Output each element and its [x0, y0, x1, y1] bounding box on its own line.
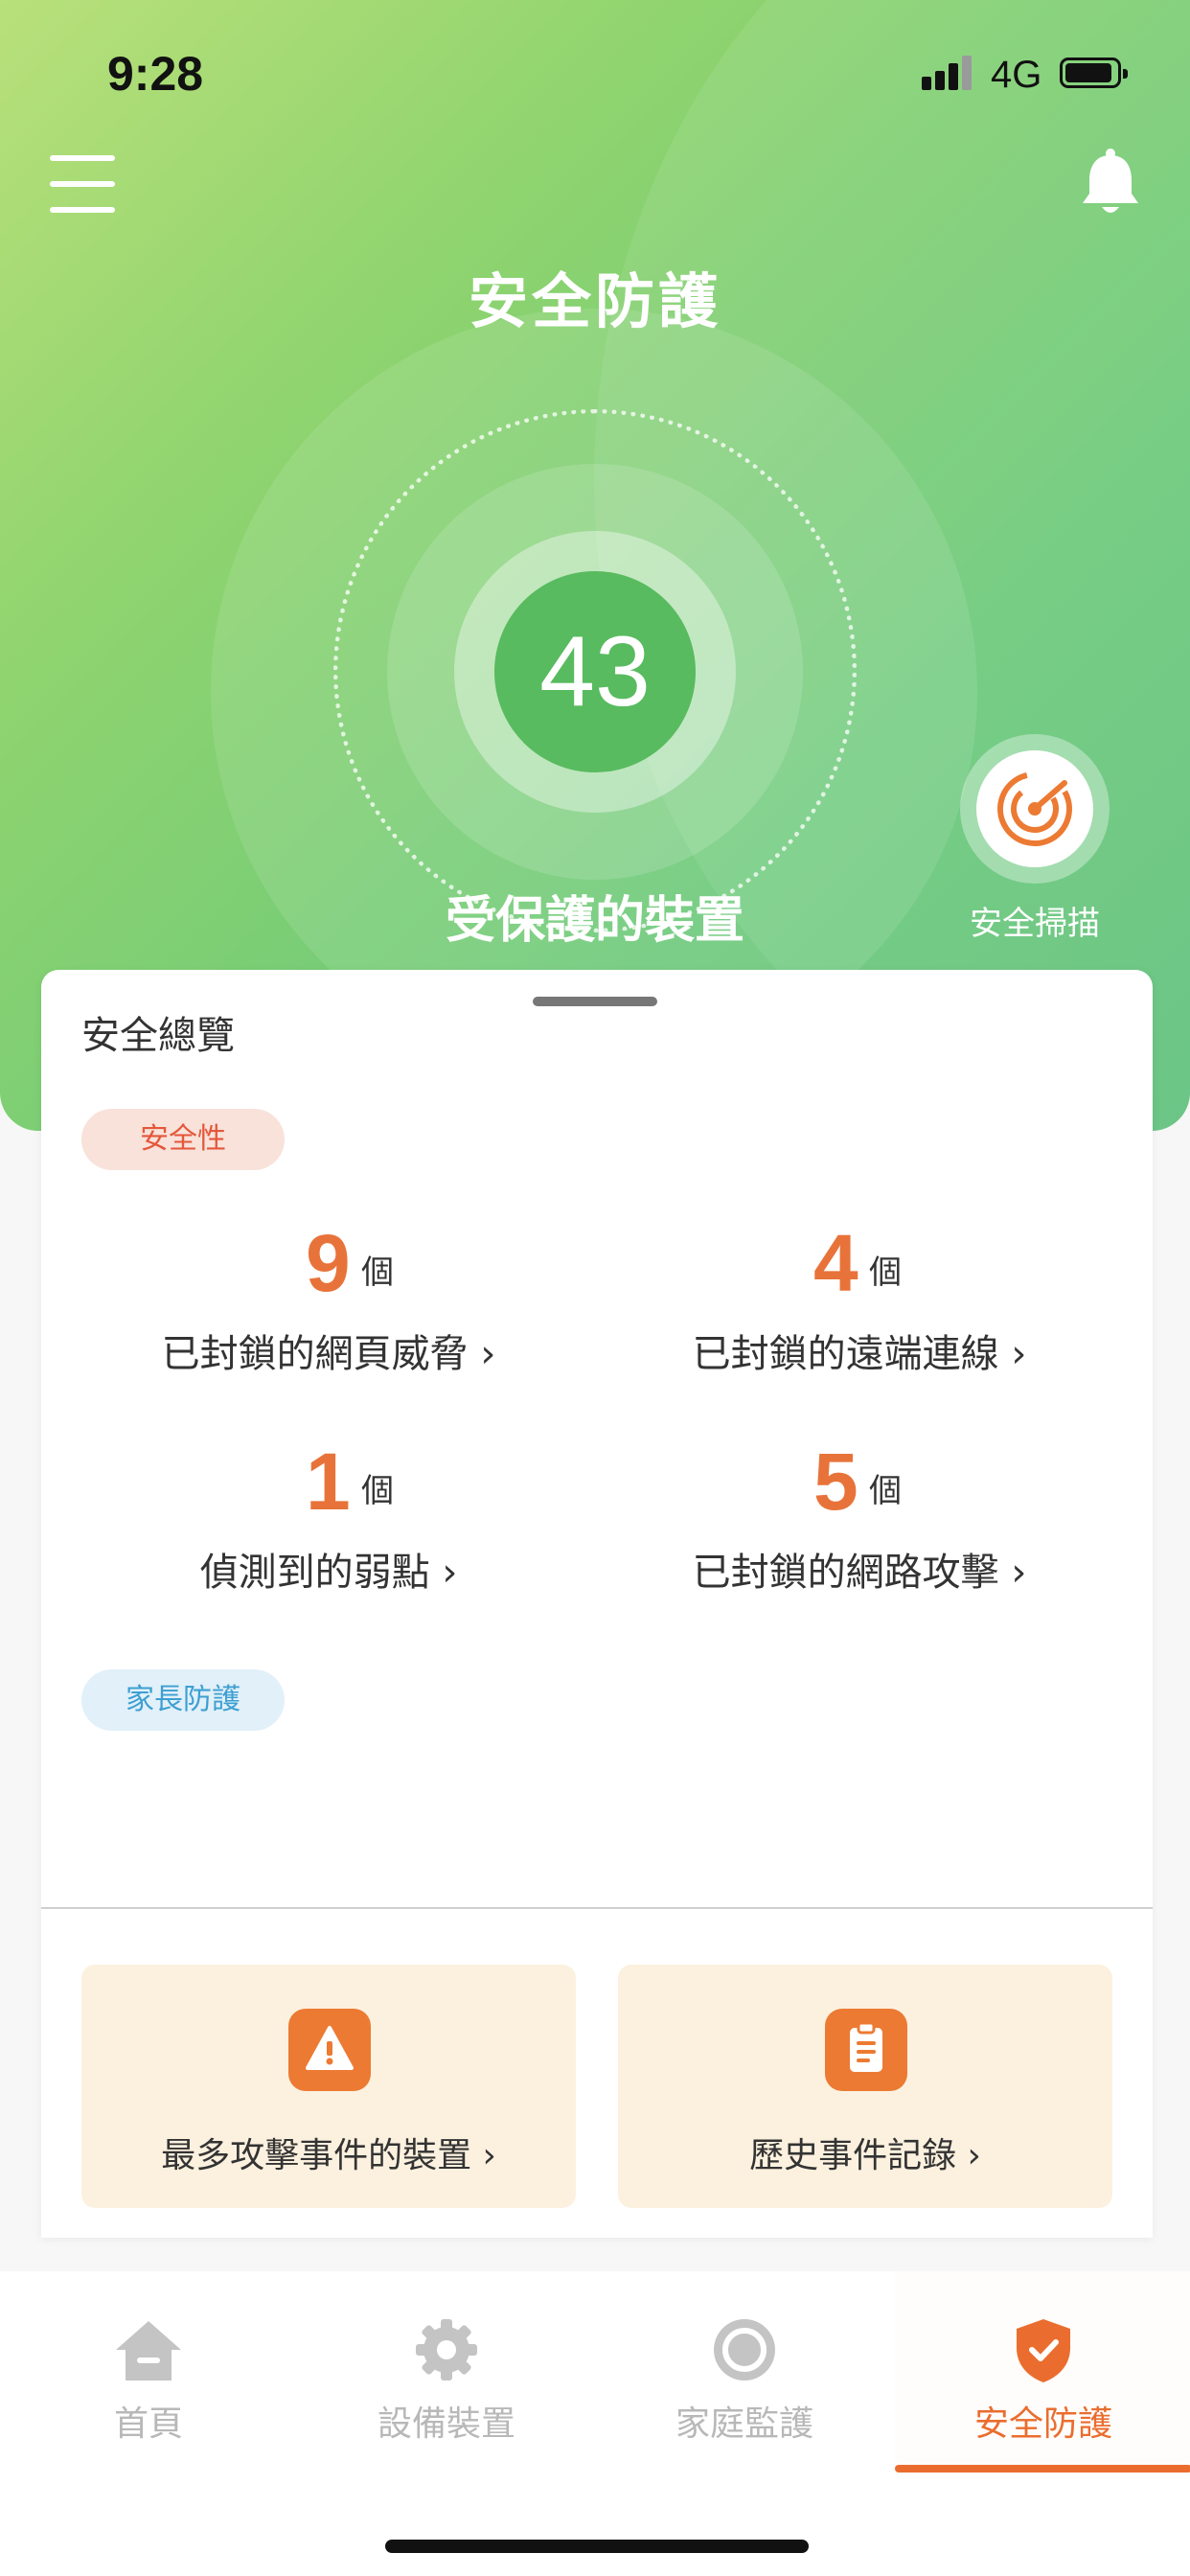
tab-label: 家庭監護 [675, 2404, 813, 2444]
stat-value: 4 [813, 1218, 858, 1308]
stat-label[interactable]: 已封鎖的遠端連線 › [591, 1322, 1128, 1378]
stat-unit: 個 [869, 1254, 902, 1292]
stat-label[interactable]: 已封鎖的網路攻擊 › [591, 1541, 1128, 1597]
stat-value: 1 [306, 1437, 351, 1527]
clipboard-icon [825, 2009, 907, 2091]
security-scan-label: 安全掃描 [970, 905, 1100, 943]
stat-value: 9 [306, 1218, 351, 1308]
drag-handle[interactable] [533, 997, 657, 1006]
stat-value: 5 [813, 1437, 858, 1527]
radar-icon [997, 771, 1072, 846]
tab-label: 安全防護 [973, 2404, 1112, 2444]
battery-icon [1060, 58, 1128, 88]
action-label: 最多攻擊事件的裝置 › [161, 2136, 496, 2175]
home-indicator [385, 2540, 809, 2553]
protected-device-count: 43 [494, 571, 696, 772]
active-tab-indicator [895, 2465, 1190, 2472]
action-label: 歷史事件記錄 › [749, 2136, 981, 2175]
home-icon [116, 2321, 181, 2380]
menu-button[interactable] [50, 155, 115, 213]
security-overview-card: 安全總覽 安全性 9 個 已封鎖的網頁威脅 › 4 個 已封鎖的遠端連線 › 1… [41, 970, 1153, 2238]
event-history-button[interactable]: 歷史事件記錄 › [618, 1965, 1112, 2208]
tab-label: 首頁 [113, 2404, 183, 2444]
security-tag: 安全性 [81, 1109, 285, 1170]
shield-icon [1017, 2319, 1070, 2382]
stat-unit: 個 [361, 1472, 394, 1510]
tab-label: 設備裝置 [377, 2404, 515, 2444]
divider [41, 1907, 1153, 1909]
tab-family[interactable]: 家庭監護 [596, 2271, 893, 2472]
status-bar: 9:28 4G [0, 0, 1190, 144]
stat-unit: 個 [869, 1472, 902, 1510]
stat-unit: 個 [361, 1254, 394, 1292]
network-type: 4G [991, 54, 1042, 96]
warning-icon [288, 2009, 371, 2091]
status-time: 9:28 [107, 47, 204, 101]
tab-security[interactable]: 安全防護 [895, 2271, 1190, 2472]
family-icon [714, 2319, 775, 2380]
tab-devices[interactable]: 設備裝置 [298, 2271, 595, 2472]
security-scan-button[interactable] [960, 734, 1110, 884]
stat-label[interactable]: 偵測到的弱點 › [60, 1541, 597, 1597]
tab-home[interactable]: 首頁 [0, 2271, 297, 2472]
overview-title: 安全總覽 [81, 1014, 235, 1058]
notification-bell-icon[interactable] [1079, 148, 1142, 220]
bottom-tab-bar: 首頁 設備裝置 家庭監護 安全防護 [0, 2271, 1190, 2576]
stat-label[interactable]: 已封鎖的網頁威脅 › [60, 1322, 597, 1378]
most-attacked-devices-button[interactable]: 最多攻擊事件的裝置 › [81, 1965, 576, 2208]
gear-icon [416, 2319, 477, 2380]
hero-header: 9:28 4G 安全防護 43 受保護的裝置 安全掃描 [0, 0, 1190, 1131]
parental-tag: 家長防護 [81, 1669, 285, 1731]
